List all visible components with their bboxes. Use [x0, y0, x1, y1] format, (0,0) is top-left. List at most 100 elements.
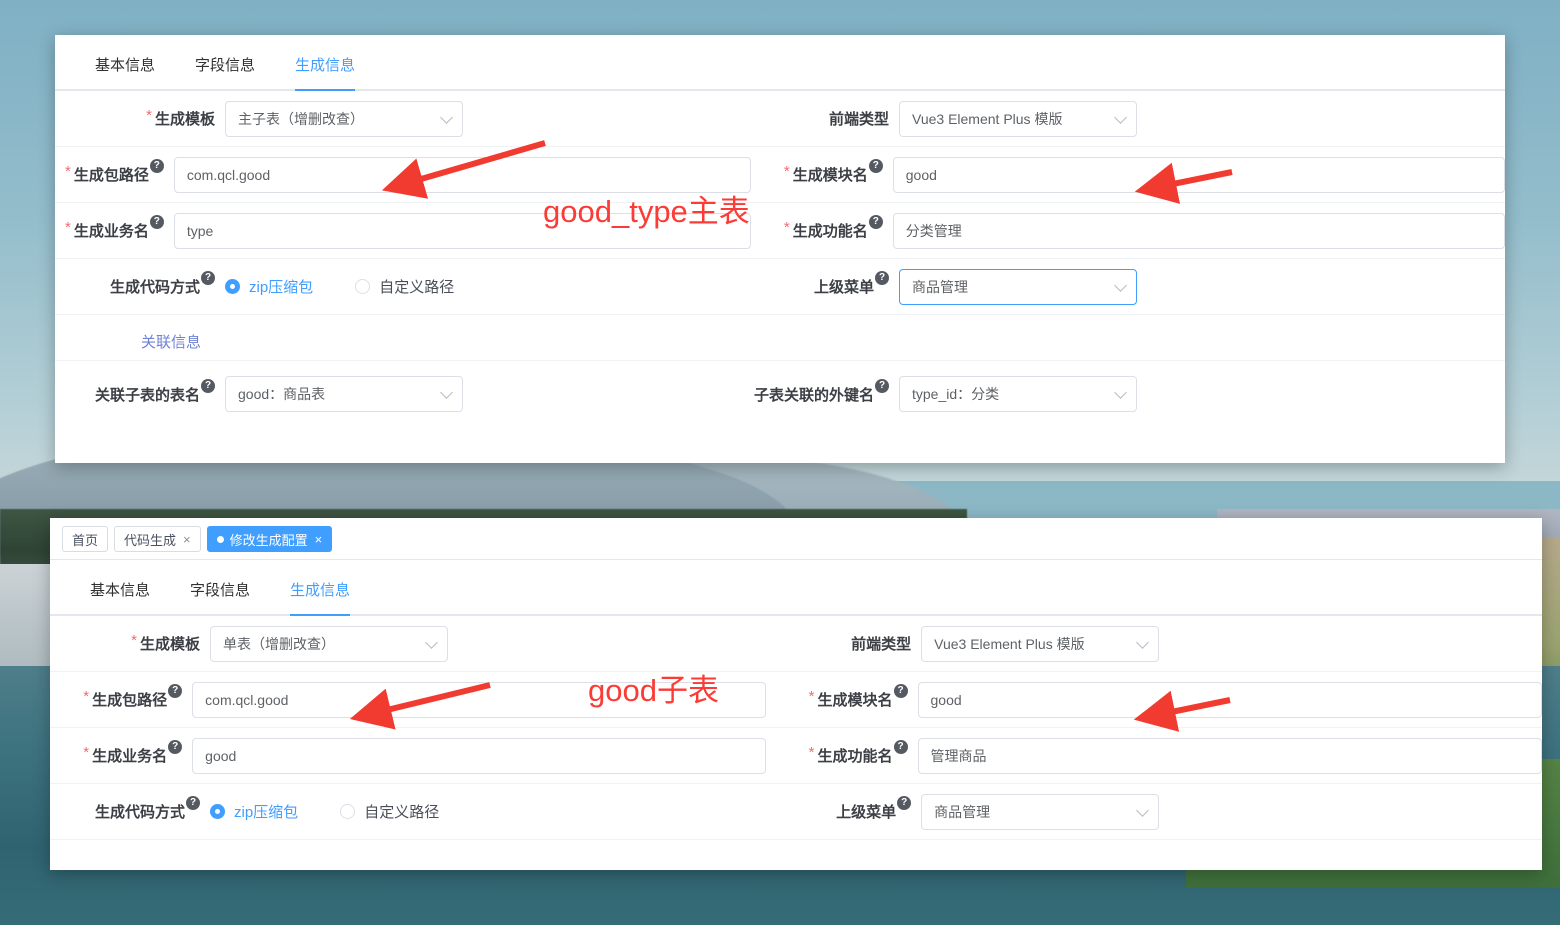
input-business-name[interactable]: type — [173, 212, 751, 249]
form-row-template: * 生成模板 单表（增删改查） 前端类型 Vue3 Element Plus 模… — [50, 616, 1542, 672]
label-generate-template: * 生成模板 — [60, 632, 210, 654]
input-value: good — [930, 691, 962, 708]
radio-dot-icon — [225, 279, 240, 294]
label-codegen-mode: 生成代码方式 ? — [65, 271, 225, 297]
tab-generate-info[interactable]: 生成信息 — [275, 54, 375, 91]
label-text: 生成模板 — [154, 111, 215, 128]
chevron-down-icon — [1114, 278, 1127, 292]
help-icon[interactable]: ? — [168, 740, 183, 754]
help-icon[interactable]: ? — [897, 796, 912, 810]
input-module-name[interactable]: good — [892, 156, 1505, 193]
radio-dot-icon — [340, 804, 356, 819]
radio-custom-path[interactable]: 自定义路径 — [340, 801, 439, 822]
help-icon[interactable]: ? — [868, 159, 883, 173]
input-value: com.qcl.good — [186, 166, 271, 183]
radio-dot-icon — [355, 279, 371, 294]
tag-label: 修改生成配置 — [229, 532, 308, 548]
label-text: 关联子表的表名 — [94, 386, 200, 404]
select-foreign-key-name[interactable]: type_id：分类 — [899, 376, 1137, 412]
select-parent-menu[interactable]: 商品管理 — [921, 793, 1160, 830]
select-value: good：商品表 — [238, 386, 326, 402]
label-text: 前端类型 — [851, 636, 912, 653]
radio-group-codegen-mode: zip压缩包 自定义路径 — [225, 276, 454, 297]
close-icon[interactable]: × — [315, 533, 323, 546]
label-module-name: * 生成模块名 ? — [751, 159, 893, 185]
help-icon[interactable]: ? — [893, 740, 908, 754]
page-tag-code-generation[interactable]: 代码生成 × — [114, 526, 201, 552]
radio-custom-path[interactable]: 自定义路径 — [355, 276, 454, 297]
help-icon[interactable]: ? — [168, 684, 183, 698]
page-tag-home[interactable]: 首页 — [62, 526, 109, 552]
help-icon[interactable]: ? — [149, 215, 164, 229]
help-icon[interactable]: ? — [149, 159, 164, 173]
select-value: 商品管理 — [934, 803, 991, 820]
help-icon[interactable]: ? — [875, 378, 889, 393]
help-icon[interactable]: ? — [201, 271, 215, 285]
help-icon[interactable]: ? — [893, 684, 908, 698]
radio-label: 自定义路径 — [379, 279, 455, 296]
select-sub-table-name[interactable]: good：商品表 — [225, 376, 463, 412]
select-value: type_id：分类 — [912, 386, 1000, 402]
form-row-package-path: * 生成包路径 ? com.qcl.good * 生成模块名 ? good — [50, 672, 1542, 728]
label-package-path: * 生成包路径 ? — [60, 684, 192, 710]
select-frontend-type[interactable]: Vue3 Element Plus 模版 — [921, 625, 1160, 662]
input-function-name[interactable]: 管理商品 — [917, 737, 1542, 774]
input-function-name[interactable]: 分类管理 — [892, 212, 1505, 249]
label-text: 生成模块名 — [817, 692, 893, 709]
desktop-wallpaper: 基本信息 字段信息 生成信息 * 生成模板 主子表（增删改查） 前端类型 Vue… — [0, 0, 1560, 925]
help-icon[interactable]: ? — [186, 796, 200, 810]
input-module-name[interactable]: good — [917, 681, 1542, 718]
select-value: Vue3 Element Plus 模版 — [912, 110, 1063, 127]
select-generate-template[interactable]: 单表（增删改查） — [210, 625, 448, 662]
page-tag-edit-generate-config[interactable]: 修改生成配置 × — [206, 526, 333, 552]
generate-info-form-sub: * 生成模板 单表（增删改查） 前端类型 Vue3 Element Plus 模… — [50, 616, 1542, 840]
active-dot-icon — [216, 535, 224, 543]
input-package-path[interactable]: com.qcl.good — [173, 156, 751, 193]
radio-zip-package[interactable]: zip压缩包 — [225, 276, 313, 297]
form-row-template: * 生成模板 主子表（增删改查） 前端类型 Vue3 Element Plus … — [55, 91, 1505, 147]
label-text: 生成包路径 — [73, 167, 149, 184]
label-frontend-type: 前端类型 — [766, 633, 921, 654]
codegen-config-window-main: 基本信息 字段信息 生成信息 * 生成模板 主子表（增删改查） 前端类型 Vue… — [55, 35, 1505, 463]
help-icon[interactable]: ? — [201, 378, 215, 393]
select-parent-menu[interactable]: 商品管理 — [899, 268, 1137, 305]
tag-label: 代码生成 — [124, 532, 177, 548]
radio-zip-package[interactable]: zip压缩包 — [210, 801, 298, 822]
label-business-name: * 生成业务名 ? — [60, 740, 192, 766]
close-icon[interactable]: × — [183, 533, 191, 546]
label-business-name: * 生成业务名 ? — [65, 215, 174, 241]
tab-generate-info[interactable]: 生成信息 — [270, 579, 370, 616]
label-function-name: * 生成功能名 ? — [766, 740, 917, 766]
label-sub-table-name: 关联子表的表名 ? — [65, 378, 225, 405]
label-foreign-key-name: 子表关联的外键名 ? — [751, 378, 899, 405]
help-icon[interactable]: ? — [875, 271, 889, 285]
label-text: 生成模板 — [139, 636, 200, 653]
required-mark: * — [808, 688, 815, 705]
select-generate-template[interactable]: 主子表（增删改查） — [225, 100, 463, 137]
label-text: 生成业务名 — [73, 223, 149, 240]
select-value: Vue3 Element Plus 模版 — [934, 635, 1085, 652]
label-text: 子表关联的外键名 — [753, 386, 874, 404]
input-value: 分类管理 — [905, 222, 962, 239]
input-business-name[interactable]: good — [192, 737, 767, 774]
tab-basic-info[interactable]: 基本信息 — [75, 54, 175, 89]
page-tag-bar: 首页 代码生成 × 修改生成配置 × — [50, 518, 1542, 560]
tab-bar-bottom: 基本信息 字段信息 生成信息 — [50, 560, 1542, 616]
help-icon[interactable]: ? — [868, 215, 883, 229]
radio-label: 自定义路径 — [364, 804, 440, 821]
chevron-down-icon — [440, 386, 453, 399]
input-package-path[interactable]: com.qcl.good — [192, 681, 767, 718]
tab-basic-info[interactable]: 基本信息 — [70, 579, 170, 614]
form-row-codegen-mode: 生成代码方式 ? zip压缩包 自定义路径 上级菜单 ? 商品管理 — [50, 784, 1542, 840]
select-frontend-type[interactable]: Vue3 Element Plus 模版 — [899, 100, 1137, 137]
tab-field-info[interactable]: 字段信息 — [175, 54, 275, 89]
select-value: 单表（增删改查） — [223, 635, 335, 652]
tab-field-info[interactable]: 字段信息 — [170, 579, 270, 614]
required-mark: * — [783, 219, 790, 236]
section-title: 关联信息 — [141, 334, 202, 351]
label-parent-menu: 上级菜单 ? — [751, 271, 899, 297]
label-codegen-mode: 生成代码方式 ? — [60, 796, 210, 822]
label-text: 生成代码方式 — [109, 279, 200, 296]
required-mark: * — [808, 744, 815, 761]
form-row-business-name: * 生成业务名 ? good * 生成功能名 ? 管理商品 — [50, 728, 1542, 784]
